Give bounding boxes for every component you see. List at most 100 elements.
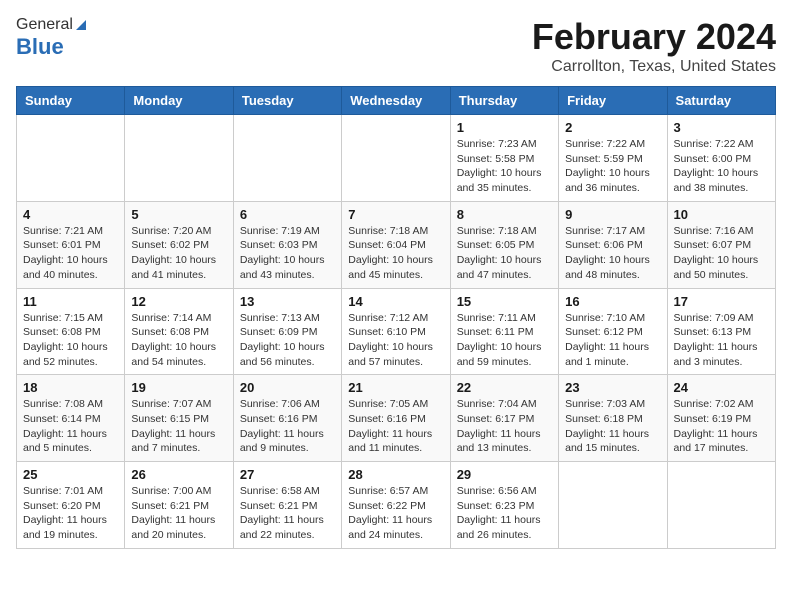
day-info: Sunrise: 7:08 AM Sunset: 6:14 PM Dayligh… bbox=[23, 397, 118, 456]
calendar-cell: 20 Sunrise: 7:06 AM Sunset: 6:16 PM Dayli… bbox=[233, 375, 341, 462]
calendar-cell: 22Sunrise: 7:04 AM Sunset: 6:17 PM Dayli… bbox=[450, 375, 558, 462]
day-number: 8 bbox=[457, 207, 552, 222]
calendar-cell: 5 Sunrise: 7:20 AM Sunset: 6:02 PM Daylig… bbox=[125, 201, 233, 288]
calendar-cell: 29 Sunrise: 6:56 AM Sunset: 6:23 PM Dayli… bbox=[450, 462, 558, 549]
calendar-cell: 12 Sunrise: 7:14 AM Sunset: 6:08 PM Dayli… bbox=[125, 288, 233, 375]
day-info: Sunrise: 7:03 AM Sunset: 6:18 PM Dayligh… bbox=[565, 397, 660, 456]
day-number: 26 bbox=[131, 467, 226, 482]
day-number: 21 bbox=[348, 380, 443, 395]
calendar-cell: 18 Sunrise: 7:08 AM Sunset: 6:14 PM Dayli… bbox=[17, 375, 125, 462]
calendar-cell: 11 Sunrise: 7:15 AM Sunset: 6:08 PM Dayli… bbox=[17, 288, 125, 375]
day-number: 20 bbox=[240, 380, 335, 395]
day-number: 12 bbox=[131, 294, 226, 309]
calendar-week-row: 18 Sunrise: 7:08 AM Sunset: 6:14 PM Dayli… bbox=[17, 375, 776, 462]
calendar-cell: 1 Sunrise: 7:23 AM Sunset: 5:58 PM Daylig… bbox=[450, 115, 558, 202]
day-info: Sunrise: 7:12 AM Sunset: 6:10 PM Dayligh… bbox=[348, 311, 443, 370]
day-number: 6 bbox=[240, 207, 335, 222]
calendar-cell: 21 Sunrise: 7:05 AM Sunset: 6:16 PM Dayli… bbox=[342, 375, 450, 462]
day-number: 29 bbox=[457, 467, 552, 482]
day-info: Sunrise: 7:05 AM Sunset: 6:16 PM Dayligh… bbox=[348, 397, 443, 456]
day-number: 13 bbox=[240, 294, 335, 309]
day-number: 14 bbox=[348, 294, 443, 309]
day-info: Sunrise: 7:11 AM Sunset: 6:11 PM Dayligh… bbox=[457, 311, 552, 370]
calendar-cell: 14 Sunrise: 7:12 AM Sunset: 6:10 PM Dayli… bbox=[342, 288, 450, 375]
day-info: Sunrise: 7:07 AM Sunset: 6:15 PM Dayligh… bbox=[131, 397, 226, 456]
calendar-week-row: 1 Sunrise: 7:23 AM Sunset: 5:58 PM Daylig… bbox=[17, 115, 776, 202]
calendar-week-row: 25 Sunrise: 7:01 AM Sunset: 6:20 PM Dayli… bbox=[17, 462, 776, 549]
day-info: Sunrise: 7:09 AM Sunset: 6:13 PM Dayligh… bbox=[674, 311, 769, 370]
logo-general-text: General bbox=[16, 16, 73, 34]
day-info: Sunrise: 7:18 AM Sunset: 6:05 PM Dayligh… bbox=[457, 224, 552, 283]
day-number: 28 bbox=[348, 467, 443, 482]
calendar-cell: 9Sunrise: 7:17 AM Sunset: 6:06 PM Daylig… bbox=[559, 201, 667, 288]
calendar-cell bbox=[125, 115, 233, 202]
calendar-cell: 4Sunrise: 7:21 AM Sunset: 6:01 PM Daylig… bbox=[17, 201, 125, 288]
day-of-week-header: Sunday bbox=[17, 87, 125, 115]
day-info: Sunrise: 7:01 AM Sunset: 6:20 PM Dayligh… bbox=[23, 484, 118, 543]
day-info: Sunrise: 7:20 AM Sunset: 6:02 PM Dayligh… bbox=[131, 224, 226, 283]
day-number: 27 bbox=[240, 467, 335, 482]
calendar-cell: 6Sunrise: 7:19 AM Sunset: 6:03 PM Daylig… bbox=[233, 201, 341, 288]
day-info: Sunrise: 7:17 AM Sunset: 6:06 PM Dayligh… bbox=[565, 224, 660, 283]
day-info: Sunrise: 7:02 AM Sunset: 6:19 PM Dayligh… bbox=[674, 397, 769, 456]
logo: General Blue bbox=[16, 16, 88, 60]
calendar-cell: 25 Sunrise: 7:01 AM Sunset: 6:20 PM Dayli… bbox=[17, 462, 125, 549]
main-title: February 2024 bbox=[532, 16, 776, 58]
day-of-week-header: Thursday bbox=[450, 87, 558, 115]
day-info: Sunrise: 7:13 AM Sunset: 6:09 PM Dayligh… bbox=[240, 311, 335, 370]
day-info: Sunrise: 7:06 AM Sunset: 6:16 PM Dayligh… bbox=[240, 397, 335, 456]
day-of-week-header: Tuesday bbox=[233, 87, 341, 115]
calendar-cell: 8 Sunrise: 7:18 AM Sunset: 6:05 PM Daylig… bbox=[450, 201, 558, 288]
day-of-week-header: Saturday bbox=[667, 87, 775, 115]
calendar-cell: 3 Sunrise: 7:22 AM Sunset: 6:00 PM Daylig… bbox=[667, 115, 775, 202]
day-number: 11 bbox=[23, 294, 118, 309]
header: General Blue February 2024 Carrollton, T… bbox=[16, 16, 776, 76]
day-number: 1 bbox=[457, 120, 552, 135]
calendar-cell: 13 Sunrise: 7:13 AM Sunset: 6:09 PM Dayli… bbox=[233, 288, 341, 375]
day-number: 7 bbox=[348, 207, 443, 222]
day-info: Sunrise: 7:23 AM Sunset: 5:58 PM Dayligh… bbox=[457, 137, 552, 196]
calendar-cell: 28Sunrise: 6:57 AM Sunset: 6:22 PM Dayli… bbox=[342, 462, 450, 549]
subtitle: Carrollton, Texas, United States bbox=[532, 58, 776, 76]
day-of-week-header: Monday bbox=[125, 87, 233, 115]
day-info: Sunrise: 7:21 AM Sunset: 6:01 PM Dayligh… bbox=[23, 224, 118, 283]
calendar-header: SundayMondayTuesdayWednesdayThursdayFrid… bbox=[17, 87, 776, 115]
day-info: Sunrise: 7:15 AM Sunset: 6:08 PM Dayligh… bbox=[23, 311, 118, 370]
day-info: Sunrise: 7:22 AM Sunset: 6:00 PM Dayligh… bbox=[674, 137, 769, 196]
day-number: 24 bbox=[674, 380, 769, 395]
day-number: 17 bbox=[674, 294, 769, 309]
calendar-week-row: 4Sunrise: 7:21 AM Sunset: 6:01 PM Daylig… bbox=[17, 201, 776, 288]
calendar-cell: 10Sunrise: 7:16 AM Sunset: 6:07 PM Dayli… bbox=[667, 201, 775, 288]
day-number: 23 bbox=[565, 380, 660, 395]
calendar-cell: 7 Sunrise: 7:18 AM Sunset: 6:04 PM Daylig… bbox=[342, 201, 450, 288]
day-info: Sunrise: 7:22 AM Sunset: 5:59 PM Dayligh… bbox=[565, 137, 660, 196]
calendar-cell bbox=[342, 115, 450, 202]
calendar-week-row: 11 Sunrise: 7:15 AM Sunset: 6:08 PM Dayli… bbox=[17, 288, 776, 375]
calendar-cell bbox=[667, 462, 775, 549]
day-number: 18 bbox=[23, 380, 118, 395]
calendar-cell bbox=[233, 115, 341, 202]
logo-triangle-icon bbox=[74, 18, 88, 32]
calendar-cell: 16Sunrise: 7:10 AM Sunset: 6:12 PM Dayli… bbox=[559, 288, 667, 375]
calendar-cell: 23 Sunrise: 7:03 AM Sunset: 6:18 PM Dayli… bbox=[559, 375, 667, 462]
logo-blue-text: Blue bbox=[16, 34, 64, 60]
day-number: 2 bbox=[565, 120, 660, 135]
day-number: 16 bbox=[565, 294, 660, 309]
day-header-row: SundayMondayTuesdayWednesdayThursdayFrid… bbox=[17, 87, 776, 115]
calendar-cell: 19 Sunrise: 7:07 AM Sunset: 6:15 PM Dayli… bbox=[125, 375, 233, 462]
day-number: 5 bbox=[131, 207, 226, 222]
day-of-week-header: Wednesday bbox=[342, 87, 450, 115]
day-info: Sunrise: 7:14 AM Sunset: 6:08 PM Dayligh… bbox=[131, 311, 226, 370]
day-info: Sunrise: 7:18 AM Sunset: 6:04 PM Dayligh… bbox=[348, 224, 443, 283]
calendar-cell: 17 Sunrise: 7:09 AM Sunset: 6:13 PM Dayli… bbox=[667, 288, 775, 375]
calendar-cell: 2 Sunrise: 7:22 AM Sunset: 5:59 PM Daylig… bbox=[559, 115, 667, 202]
calendar-cell: 24 Sunrise: 7:02 AM Sunset: 6:19 PM Dayli… bbox=[667, 375, 775, 462]
calendar-cell: 27Sunrise: 6:58 AM Sunset: 6:21 PM Dayli… bbox=[233, 462, 341, 549]
day-info: Sunrise: 6:56 AM Sunset: 6:23 PM Dayligh… bbox=[457, 484, 552, 543]
day-number: 15 bbox=[457, 294, 552, 309]
day-number: 25 bbox=[23, 467, 118, 482]
day-number: 3 bbox=[674, 120, 769, 135]
day-number: 19 bbox=[131, 380, 226, 395]
day-info: Sunrise: 7:16 AM Sunset: 6:07 PM Dayligh… bbox=[674, 224, 769, 283]
title-section: February 2024 Carrollton, Texas, United … bbox=[532, 16, 776, 76]
